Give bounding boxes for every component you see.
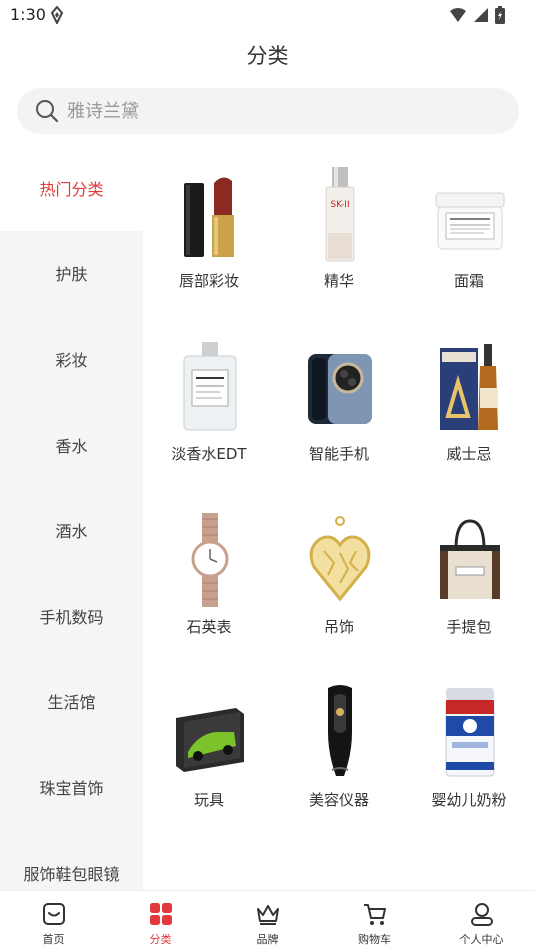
sidebar-item-skincare[interactable]: 护肤	[0, 231, 143, 317]
whisky-bottle-icon	[440, 344, 498, 430]
product-label: 玩具	[193, 791, 224, 809]
product-item-whisky[interactable]: 威士忌	[404, 326, 534, 486]
product-item-lipstick[interactable]: 唇部彩妆	[144, 153, 274, 313]
category-sidebar: 热门分类 护肤 彩妆 香水 酒水 手机数码 生活馆 珠宝首饰 服饰鞋包眼镜	[0, 145, 143, 890]
tab-label: 首页	[42, 933, 65, 946]
tab-label: 个人中心	[459, 933, 504, 946]
product-item-toy[interactable]: 玩具	[144, 672, 274, 832]
page-title: 分类	[246, 44, 289, 68]
crown-icon	[256, 905, 279, 925]
product-item-beauty-device[interactable]: 美容仪器	[274, 672, 404, 832]
product-label: 面霜	[453, 272, 484, 290]
tab-label: 品牌	[256, 933, 279, 946]
sidebar-item-apparel[interactable]: 服饰鞋包眼镜	[0, 830, 143, 890]
svg-text:SK-II: SK-II	[330, 200, 349, 210]
product-label: 智能手机	[308, 445, 369, 463]
perfume-bottle-icon	[183, 342, 237, 431]
lipstick-icon	[184, 177, 234, 257]
category-grid-icon	[149, 903, 172, 925]
sidebar-item-perfume[interactable]: 香水	[0, 402, 143, 488]
product-item-handbag[interactable]: 手提包	[404, 499, 534, 659]
tab-home[interactable]: 首页	[0, 891, 107, 951]
tab-category[interactable]: 分类	[107, 891, 214, 951]
product-item-serum[interactable]: SK-II 精华	[274, 153, 404, 313]
product-label: 精华	[323, 272, 354, 290]
sidebar-item-hot[interactable]: 热门分类	[0, 145, 143, 231]
tab-label: 分类	[149, 933, 172, 946]
product-item-perfume[interactable]: 淡香水EDT	[144, 326, 274, 486]
user-icon	[470, 903, 493, 926]
tab-label: 购物车	[358, 933, 391, 946]
product-item-cream[interactable]: 面霜	[404, 153, 534, 313]
heart-pendant-icon	[309, 516, 371, 602]
sidebar-item-digital[interactable]: 手机数码	[0, 573, 143, 659]
status-time: 1:30	[10, 5, 46, 24]
search-icon	[36, 100, 59, 123]
tab-brand[interactable]: 品牌	[214, 891, 321, 951]
cart-icon	[363, 904, 386, 925]
product-item-pendant[interactable]: 吊饰	[274, 499, 404, 659]
sidebar-item-makeup[interactable]: 彩妆	[0, 316, 143, 402]
search-input[interactable]	[67, 100, 487, 122]
sidebar-item-lifestyle[interactable]: 生活馆	[0, 659, 143, 745]
product-item-milk-powder[interactable]: 婴幼儿奶粉	[404, 672, 534, 832]
product-item-smartphone[interactable]: 智能手机	[274, 326, 404, 486]
notification-icon	[50, 5, 64, 28]
toy-car-box-icon	[176, 708, 244, 772]
product-label: 淡香水EDT	[171, 445, 247, 463]
home-icon	[42, 903, 65, 925]
sidebar-item-liquor[interactable]: 酒水	[0, 487, 143, 573]
wristwatch-icon	[191, 513, 229, 607]
sidebar-item-jewelry[interactable]: 珠宝首饰	[0, 744, 143, 830]
status-bar: 1:30	[0, 0, 535, 30]
product-item-watch[interactable]: 石英表	[144, 499, 274, 659]
product-label: 吊饰	[323, 618, 354, 636]
product-label: 手提包	[446, 618, 492, 636]
product-grid: 唇部彩妆 SK-II 精华 面霜 淡香水EDT 智能手机 威士忌 石英表 吊饰 …	[143, 145, 535, 890]
smartphone-icon	[308, 354, 372, 424]
serum-bottle-icon: SK-II	[325, 167, 355, 262]
product-label: 唇部彩妆	[178, 272, 239, 290]
beauty-device-icon	[328, 685, 352, 776]
product-label: 石英表	[186, 618, 232, 636]
product-label: 威士忌	[446, 445, 492, 463]
tab-cart[interactable]: 购物车	[321, 891, 428, 951]
tote-bag-icon	[440, 519, 500, 599]
cream-jar-icon	[435, 192, 505, 250]
product-label: 婴幼儿奶粉	[431, 791, 507, 809]
wifi-icon	[449, 7, 467, 27]
bottom-tab-bar: 首页 分类 品牌 购物车 个人中心	[0, 890, 535, 951]
search-bar[interactable]	[17, 88, 519, 134]
signal-icon	[473, 7, 489, 27]
tab-profile[interactable]: 个人中心	[428, 891, 535, 951]
product-label: 美容仪器	[308, 791, 369, 809]
battery-icon	[495, 6, 505, 28]
milk-powder-can-icon	[445, 688, 495, 777]
